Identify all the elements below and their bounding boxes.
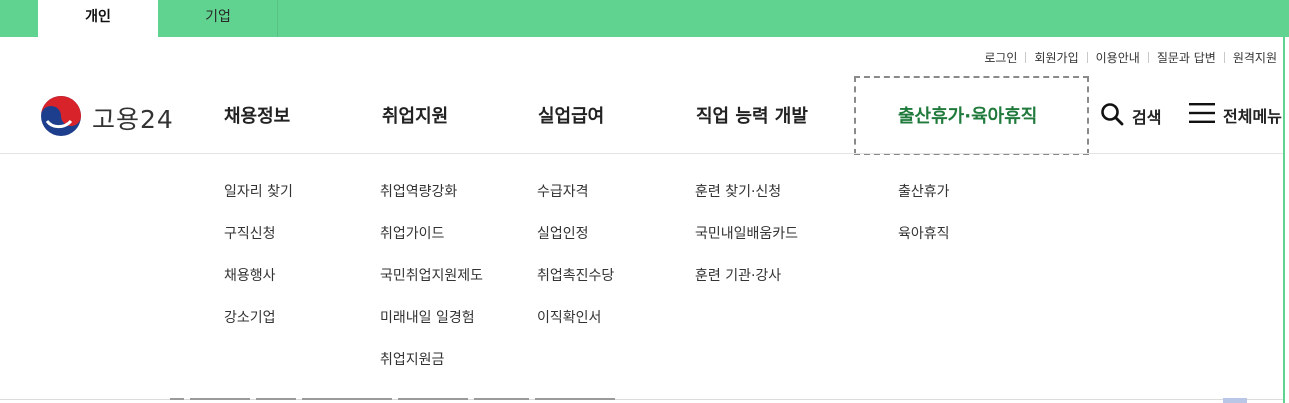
remote-support-link[interactable]: 원격지원 — [1225, 49, 1285, 66]
gnb-parental-leave[interactable]: 출산휴가·육아휴직 — [898, 102, 1037, 128]
submenu-item[interactable]: 강소기업 — [224, 307, 276, 327]
submenu-item[interactable]: 구직신청 — [224, 223, 276, 243]
utility-links: 로그인 회원가입 이용안내 질문과 답변 원격지원 — [976, 48, 1285, 66]
submenu-item[interactable]: 출산휴가 — [898, 181, 950, 201]
search-icon — [1100, 102, 1124, 130]
submenu-item[interactable]: 취업역량강화 — [380, 181, 457, 201]
usage-guide-link[interactable]: 이용안내 — [1088, 49, 1148, 66]
cutoff-content — [170, 398, 650, 403]
tab-personal[interactable]: 개인 — [38, 0, 158, 37]
gnb-job-training[interactable]: 직업 능력 개발 — [696, 102, 808, 128]
submenu-item[interactable]: 취업지원금 — [380, 349, 444, 369]
gnb-unemployment-benefits[interactable]: 실업급여 — [538, 102, 604, 128]
tab-business[interactable]: 기업 — [158, 0, 278, 37]
submenu-item[interactable]: 국민내일배움카드 — [695, 223, 798, 243]
all-menu-button[interactable]: 전체메뉴 — [1189, 102, 1282, 128]
submenu-item[interactable]: 육아휴직 — [898, 223, 950, 243]
submenu-item[interactable]: 취업촉진수당 — [537, 265, 614, 285]
tab-divider — [277, 0, 278, 37]
login-link[interactable]: 로그인 — [976, 49, 1025, 66]
search-label: 검색 — [1132, 108, 1162, 127]
search-button[interactable]: 검색 — [1100, 102, 1161, 130]
header-divider — [0, 153, 1283, 154]
submenu-item[interactable]: 채용행사 — [224, 265, 276, 285]
submenu-item[interactable]: 일자리 찾기 — [224, 181, 293, 201]
audience-tab-bar: 개인 기업 — [0, 0, 1289, 37]
hamburger-icon — [1189, 102, 1215, 128]
submenu-item[interactable]: 취업가이드 — [380, 223, 444, 243]
gnb-employment-support[interactable]: 취업지원 — [382, 102, 448, 128]
taegeuk-emblem-icon — [40, 95, 82, 141]
qna-link[interactable]: 질문과 답변 — [1149, 49, 1224, 66]
logo-text: 고용24 — [92, 105, 174, 134]
cutoff-banner — [1223, 398, 1247, 403]
submenu-item[interactable]: 이직확인서 — [537, 307, 601, 327]
submenu-item[interactable]: 훈련 기관·강사 — [695, 265, 781, 285]
submenu-item[interactable]: 훈련 찾기·신청 — [695, 181, 781, 201]
frame-edge — [1283, 37, 1285, 403]
gnb-jobs[interactable]: 채용정보 — [224, 102, 290, 128]
site-logo[interactable]: 고용24 — [40, 95, 174, 141]
submenu-item[interactable]: 실업인정 — [537, 223, 589, 243]
submenu-item[interactable]: 수급자격 — [537, 181, 589, 201]
submenu-item[interactable]: 미래내일 일경험 — [380, 307, 475, 327]
signup-link[interactable]: 회원가입 — [1026, 49, 1086, 66]
all-menu-label: 전체메뉴 — [1223, 107, 1282, 126]
submenu-item[interactable]: 국민취업지원제도 — [380, 265, 483, 285]
